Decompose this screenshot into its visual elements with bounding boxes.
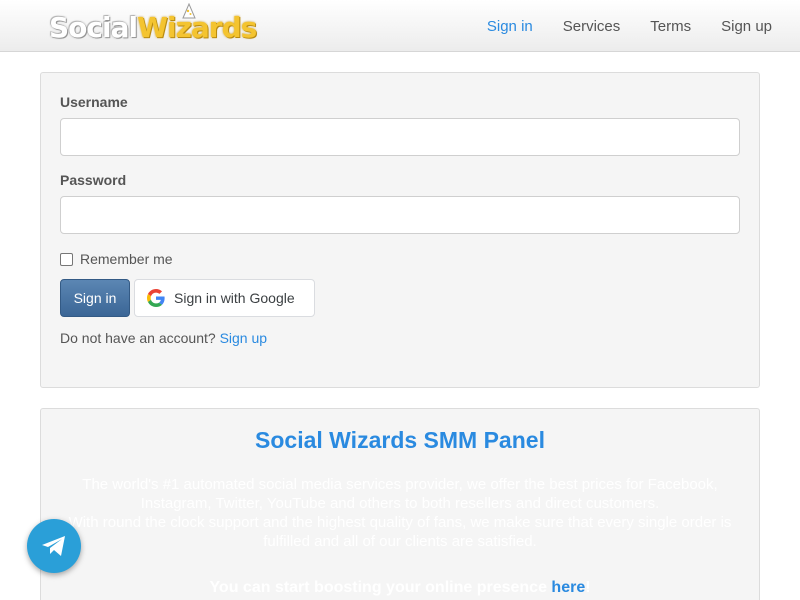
promo-text-line1: The world's #1 automated social media se… [82,476,718,512]
remember-me-checkbox[interactable] [60,252,73,266]
google-g-icon [147,289,165,307]
telegram-icon [42,536,65,556]
sign-in-button[interactable]: Sign in [60,279,130,317]
logo-text-rds: rds [208,10,258,44]
nav-sign-in[interactable]: Sign in [487,18,533,35]
promo-text-line2: With round the clock support and the hig… [68,514,732,550]
password-label: Password [60,172,127,188]
top-navbar: Social Wiz a rds Sign in Services Terms Sig… [0,0,800,52]
no-account-text: Do not have an account? [60,330,216,346]
promo-cta: You can start boosting your online prese… [41,579,759,597]
promo-cta-link[interactable]: here [551,579,585,596]
telegram-button[interactable] [27,519,81,573]
login-panel: Username Password Remember me Sign in Si… [40,72,760,388]
signup-link[interactable]: Sign up [220,330,267,346]
nav-services[interactable]: Services [563,18,621,35]
logo-text-social: Social [49,10,138,44]
promo-description: The world's #1 automated social media se… [61,475,739,551]
promo-panel: Social Wizards SMM Panel The world's #1 … [40,408,760,600]
username-label: Username [60,94,128,110]
wizard-hat-icon [182,3,196,19]
google-button-label: Sign in with Google [174,290,295,306]
social-wizards-logo[interactable]: Social Wiz a rds [49,3,258,45]
password-field[interactable] [60,196,740,234]
main-nav: Sign in Services Terms Sign up [457,0,772,52]
remember-me-label[interactable]: Remember me [80,251,173,267]
promo-cta-text: You can start boosting your online prese… [209,579,552,596]
promo-cta-end: ! [585,579,591,596]
username-field[interactable] [60,118,740,156]
nav-sign-up[interactable]: Sign up [721,18,772,35]
nav-terms[interactable]: Terms [650,18,691,35]
remember-me-row: Remember me [60,251,173,267]
signup-prompt: Do not have an account? Sign up [60,330,267,346]
promo-title: Social Wizards SMM Panel [255,427,545,453]
google-sign-in-button[interactable]: Sign in with Google [134,279,315,317]
